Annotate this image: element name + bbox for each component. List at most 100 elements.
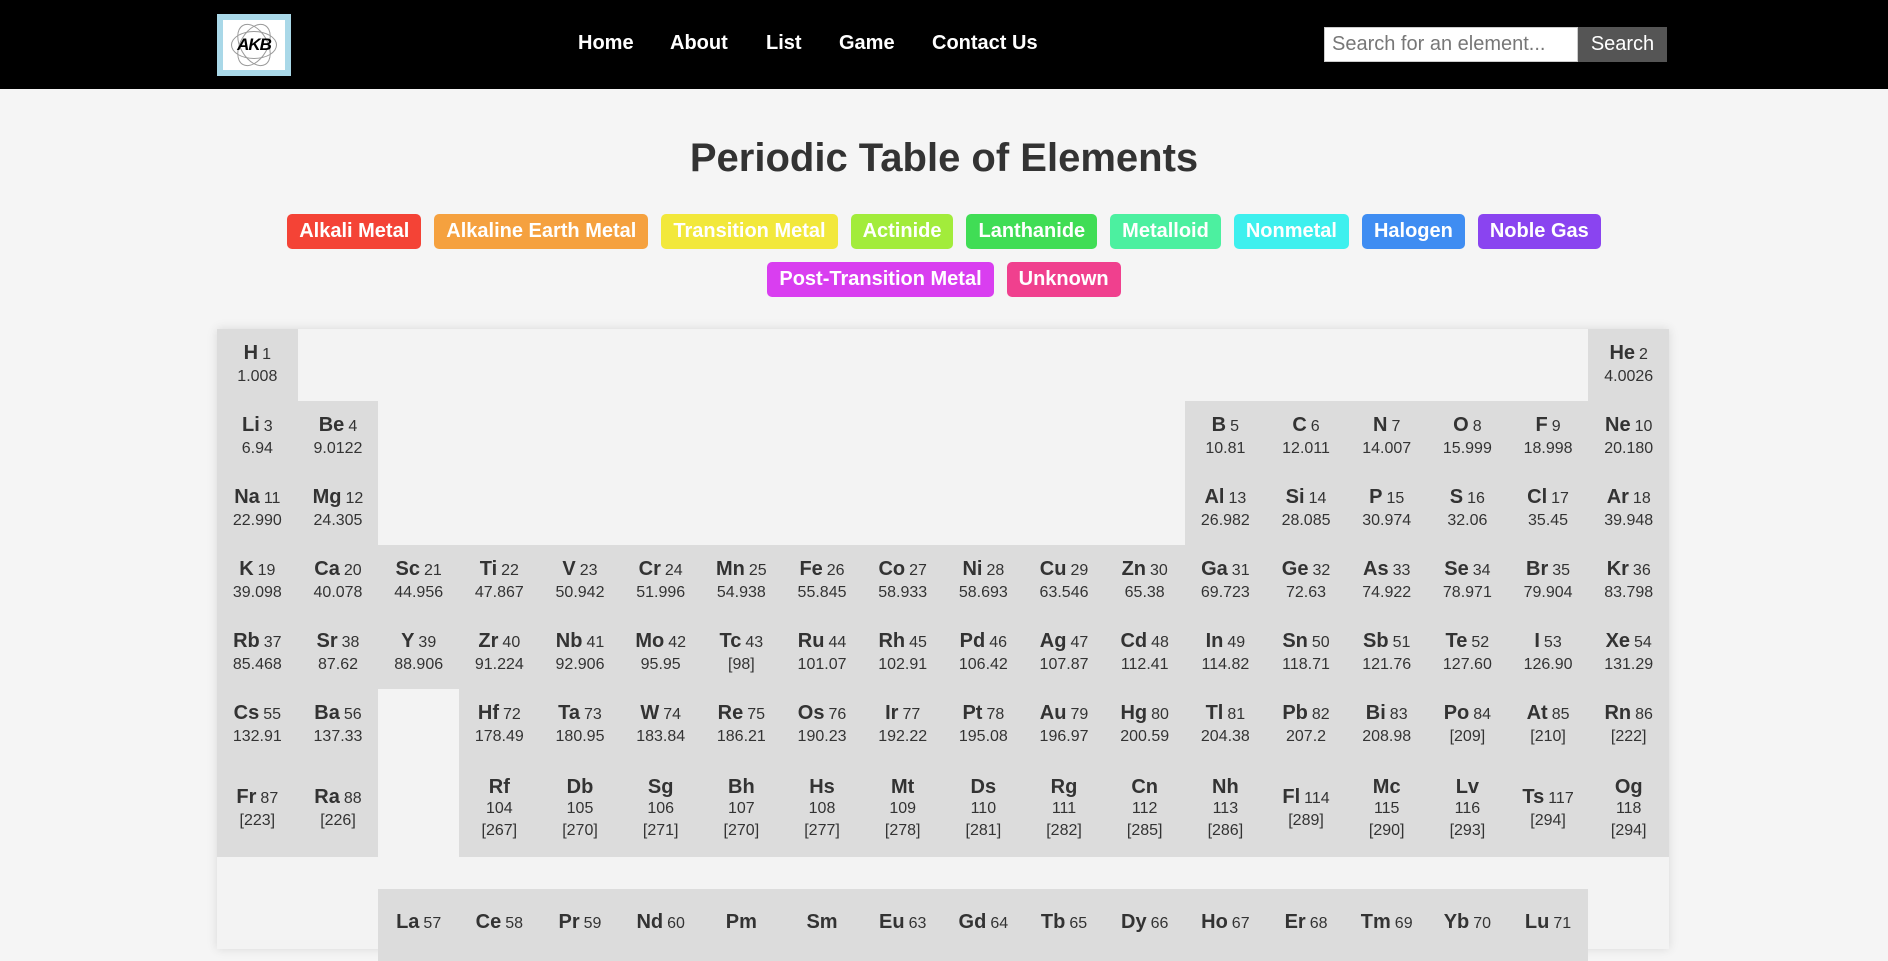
- element-cell-ce[interactable]: Ce 58: [459, 889, 540, 961]
- element-cell-v[interactable]: V 23 50.942: [539, 545, 621, 617]
- element-cell-in[interactable]: In 49 114.82: [1185, 617, 1266, 689]
- element-cell-at[interactable]: At 85 [210]: [1507, 689, 1589, 761]
- element-cell-n[interactable]: N 7 14.007: [1346, 401, 1428, 473]
- element-cell-ra[interactable]: Ra 88 [226]: [297, 761, 379, 857]
- element-cell-pt[interactable]: Pt 78 195.08: [943, 689, 1024, 761]
- element-cell-po[interactable]: Po 84 [209]: [1427, 689, 1508, 761]
- element-cell-pd[interactable]: Pd 46 106.42: [943, 617, 1024, 689]
- element-cell-dy[interactable]: Dy 66: [1104, 889, 1186, 961]
- element-cell-ga[interactable]: Ga 31 69.723: [1185, 545, 1266, 617]
- legend-button-metalloid[interactable]: Metalloid: [1110, 214, 1221, 249]
- element-cell-h[interactable]: H 1 1.008: [217, 329, 298, 401]
- element-cell-ni[interactable]: Ni 28 58.693: [943, 545, 1024, 617]
- element-cell-br[interactable]: Br 35 79.904: [1507, 545, 1589, 617]
- element-cell-sb[interactable]: Sb 51 121.76: [1346, 617, 1428, 689]
- element-cell-rn[interactable]: Rn 86 [222]: [1588, 689, 1670, 761]
- element-cell-ne[interactable]: Ne 10 20.180: [1588, 401, 1670, 473]
- element-cell-ru[interactable]: Ru 44 101.07: [781, 617, 863, 689]
- element-cell-rh[interactable]: Rh 45 102.91: [862, 617, 944, 689]
- element-cell-og[interactable]: Og 118 [294]: [1588, 761, 1670, 857]
- legend-button-unknown[interactable]: Unknown: [1006, 262, 1121, 297]
- legend-button-alkaline-earth-metal[interactable]: Alkaline Earth Metal: [434, 214, 649, 249]
- nav-link-game[interactable]: Game: [839, 32, 895, 55]
- element-cell-ag[interactable]: Ag 47 107.87: [1023, 617, 1105, 689]
- element-cell-c[interactable]: C 6 12.011: [1265, 401, 1347, 473]
- element-cell-hs[interactable]: Hs 108 [277]: [781, 761, 863, 857]
- element-cell-er[interactable]: Er 68: [1265, 889, 1347, 961]
- element-cell-te[interactable]: Te 52 127.60: [1427, 617, 1508, 689]
- element-cell-he[interactable]: He 2 4.0026: [1588, 329, 1670, 401]
- search-input[interactable]: [1324, 27, 1578, 62]
- element-cell-co[interactable]: Co 27 58.933: [862, 545, 944, 617]
- element-cell-cl[interactable]: Cl 17 35.45: [1507, 473, 1589, 545]
- element-cell-kr[interactable]: Kr 36 83.798: [1588, 545, 1670, 617]
- element-cell-re[interactable]: Re 75 186.21: [701, 689, 782, 761]
- element-cell-ca[interactable]: Ca 20 40.078: [297, 545, 379, 617]
- element-cell-o[interactable]: O 8 15.999: [1427, 401, 1508, 473]
- element-cell-li[interactable]: Li 3 6.94: [217, 401, 298, 473]
- element-cell-ar[interactable]: Ar 18 39.948: [1588, 473, 1670, 545]
- element-cell-la[interactable]: La 57: [378, 889, 459, 961]
- element-cell-rf[interactable]: Rf 104 [267]: [459, 761, 540, 857]
- element-cell-ds[interactable]: Ds 110 [281]: [943, 761, 1024, 857]
- element-cell-as[interactable]: As 33 74.922: [1346, 545, 1428, 617]
- element-cell-ge[interactable]: Ge 32 72.63: [1265, 545, 1347, 617]
- element-cell-p[interactable]: P 15 30.974: [1346, 473, 1428, 545]
- legend-button-alkali-metal[interactable]: Alkali Metal: [287, 214, 422, 249]
- element-cell-mo[interactable]: Mo 42 95.95: [620, 617, 701, 689]
- element-cell-pm[interactable]: Pm: [701, 889, 782, 961]
- search-button[interactable]: Search: [1578, 27, 1667, 62]
- element-cell-au[interactable]: Au 79 196.97: [1023, 689, 1105, 761]
- element-cell-tb[interactable]: Tb 65: [1023, 889, 1105, 961]
- element-cell-nb[interactable]: Nb 41 92.906: [539, 617, 621, 689]
- nav-link-home[interactable]: Home: [578, 32, 634, 55]
- element-cell-s[interactable]: S 16 32.06: [1427, 473, 1508, 545]
- element-cell-sm[interactable]: Sm: [781, 889, 863, 961]
- element-cell-rg[interactable]: Rg 111 [282]: [1023, 761, 1105, 857]
- legend-button-lanthanide[interactable]: Lanthanide: [966, 214, 1098, 249]
- legend-button-halogen[interactable]: Halogen: [1361, 214, 1465, 249]
- element-cell-cn[interactable]: Cn 112 [285]: [1104, 761, 1186, 857]
- element-cell-b[interactable]: B 5 10.81: [1185, 401, 1266, 473]
- element-cell-gd[interactable]: Gd 64: [943, 889, 1024, 961]
- element-cell-cs[interactable]: Cs 55 132.91: [217, 689, 298, 761]
- element-cell-y[interactable]: Y 39 88.906: [378, 617, 459, 689]
- element-cell-pr[interactable]: Pr 59: [539, 889, 621, 961]
- nav-link-about[interactable]: About: [670, 32, 728, 55]
- nav-link-contact-us[interactable]: Contact Us: [932, 32, 1038, 55]
- element-cell-fe[interactable]: Fe 26 55.845: [781, 545, 863, 617]
- element-cell-be[interactable]: Be 4 9.0122: [297, 401, 379, 473]
- element-cell-ti[interactable]: Ti 22 47.867: [459, 545, 540, 617]
- element-cell-ta[interactable]: Ta 73 180.95: [539, 689, 621, 761]
- element-cell-zr[interactable]: Zr 40 91.224: [459, 617, 540, 689]
- element-cell-ts[interactable]: Ts 117 [294]: [1507, 761, 1589, 857]
- element-cell-cr[interactable]: Cr 24 51.996: [620, 545, 701, 617]
- element-cell-bh[interactable]: Bh 107 [270]: [701, 761, 782, 857]
- element-cell-sr[interactable]: Sr 38 87.62: [297, 617, 379, 689]
- element-cell-eu[interactable]: Eu 63: [862, 889, 944, 961]
- element-cell-pb[interactable]: Pb 82 207.2: [1265, 689, 1347, 761]
- element-cell-ba[interactable]: Ba 56 137.33: [297, 689, 379, 761]
- element-cell-sn[interactable]: Sn 50 118.71: [1265, 617, 1347, 689]
- element-cell-xe[interactable]: Xe 54 131.29: [1588, 617, 1670, 689]
- element-cell-cu[interactable]: Cu 29 63.546: [1023, 545, 1105, 617]
- element-cell-f[interactable]: F 9 18.998: [1507, 401, 1589, 473]
- element-cell-lu[interactable]: Lu 71: [1507, 889, 1589, 961]
- legend-button-post-transition-metal[interactable]: Post-Transition Metal: [767, 262, 994, 297]
- element-cell-k[interactable]: K 19 39.098: [217, 545, 298, 617]
- element-cell-mc[interactable]: Mc 115 [290]: [1346, 761, 1428, 857]
- element-cell-sc[interactable]: Sc 21 44.956: [378, 545, 459, 617]
- element-cell-cd[interactable]: Cd 48 112.41: [1104, 617, 1186, 689]
- element-cell-se[interactable]: Se 34 78.971: [1427, 545, 1508, 617]
- element-cell-fl[interactable]: Fl 114 [289]: [1265, 761, 1347, 857]
- element-cell-yb[interactable]: Yb 70: [1427, 889, 1508, 961]
- element-cell-si[interactable]: Si 14 28.085: [1265, 473, 1347, 545]
- legend-button-noble-gas[interactable]: Noble Gas: [1477, 214, 1601, 249]
- element-cell-i[interactable]: I 53 126.90: [1507, 617, 1589, 689]
- element-cell-tc[interactable]: Tc 43 [98]: [701, 617, 782, 689]
- element-cell-w[interactable]: W 74 183.84: [620, 689, 701, 761]
- element-cell-hf[interactable]: Hf 72 178.49: [459, 689, 540, 761]
- element-cell-nh[interactable]: Nh 113 [286]: [1185, 761, 1266, 857]
- element-cell-tl[interactable]: Tl 81 204.38: [1185, 689, 1266, 761]
- element-cell-mt[interactable]: Mt 109 [278]: [862, 761, 944, 857]
